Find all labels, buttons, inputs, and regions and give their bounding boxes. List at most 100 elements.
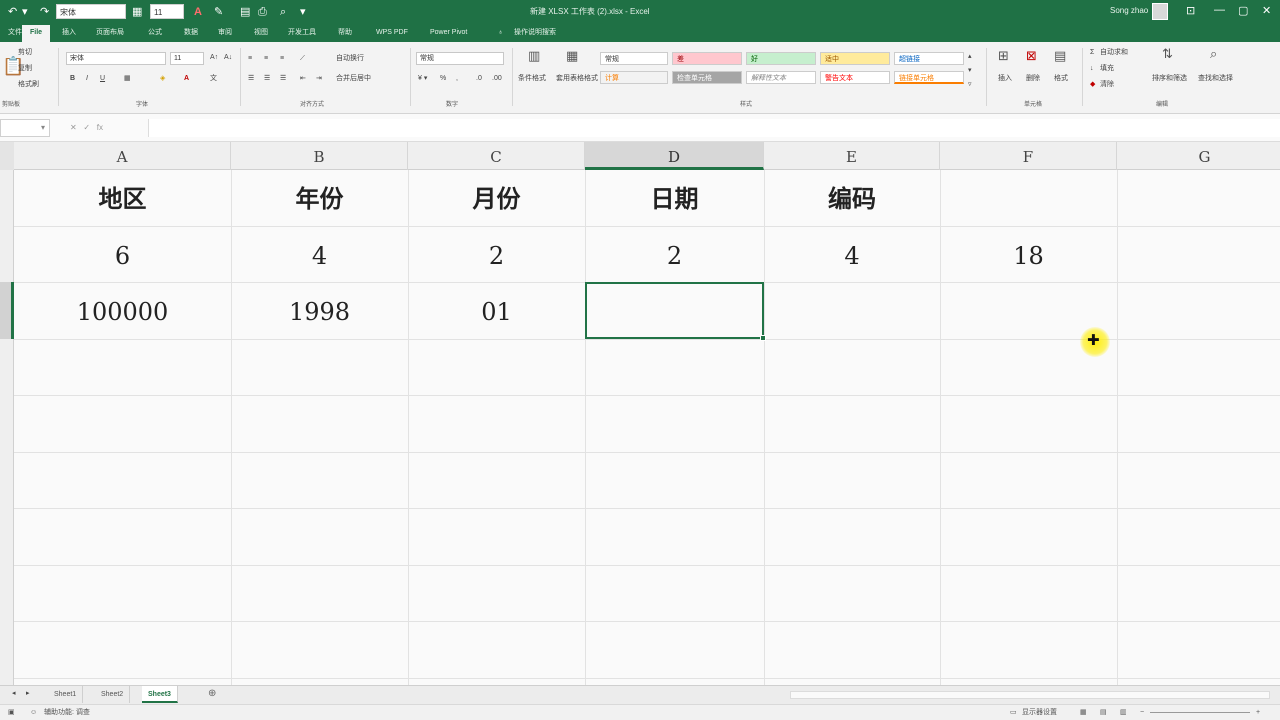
fill-button[interactable]: 填充 [1100, 64, 1114, 74]
next-sheet-icon[interactable]: ▸ [26, 689, 30, 699]
tab-home[interactable]: File [22, 25, 51, 42]
active-cell-d3[interactable] [585, 282, 764, 339]
cell-e1[interactable]: 编码 [764, 170, 940, 226]
bold-icon[interactable]: B [70, 74, 75, 84]
fill-handle[interactable] [760, 335, 766, 341]
align-middle-icon[interactable]: ≡ [264, 54, 268, 64]
style-normal[interactable]: 常规 [600, 52, 668, 65]
display-settings-icon[interactable]: ▭ [1010, 707, 1017, 718]
style-warning[interactable]: 警告文本 [820, 71, 890, 84]
copy-button[interactable]: 复制 [18, 64, 32, 74]
save-icon[interactable]: ▤ [240, 5, 250, 19]
style-neutral[interactable]: 适中 [820, 52, 890, 65]
style-explanatory[interactable]: 解释性文本 [746, 71, 816, 84]
sheet-tab-sheet3[interactable]: Sheet3 [142, 686, 178, 703]
column-header-e[interactable]: E [764, 142, 940, 170]
ribbon-display-icon[interactable]: ⊡ [1186, 4, 1195, 17]
user-name[interactable]: Song zhao [1110, 6, 1148, 15]
sort-filter-button[interactable]: 排序和筛选 [1152, 74, 1187, 84]
table-format-icon[interactable]: ▦ [566, 48, 578, 64]
cell-a1[interactable]: 地区 [14, 170, 231, 226]
insert-function-icon[interactable]: fx [97, 123, 103, 132]
add-sheet-icon[interactable]: ⊕ [208, 688, 216, 699]
row-header-strip[interactable] [0, 170, 14, 685]
tab-developer[interactable]: 开发工具 [288, 27, 316, 39]
column-header-d[interactable]: D [585, 142, 764, 170]
prev-sheet-icon[interactable]: ◂ [12, 689, 16, 699]
column-header-a[interactable]: A [14, 142, 231, 170]
tab-file[interactable]: 文件 [8, 27, 22, 39]
column-header-g[interactable]: G [1117, 142, 1280, 170]
tab-insert[interactable]: 插入 [62, 27, 76, 39]
fill-color-icon[interactable]: ◈ [160, 74, 165, 84]
conditional-format-icon[interactable]: ▥ [528, 48, 540, 64]
orientation-icon[interactable]: ⟋ [300, 54, 305, 64]
autosum-icon[interactable]: Σ [1090, 48, 1094, 58]
increase-decimal-icon[interactable]: .0 [476, 74, 482, 84]
avatar[interactable] [1152, 3, 1168, 20]
tab-view[interactable]: 视图 [254, 27, 268, 39]
formula-input[interactable] [148, 119, 1280, 137]
italic-icon[interactable]: I [86, 74, 88, 84]
cut-button[interactable]: 剪切 [18, 48, 32, 58]
accessibility-icon[interactable]: ☺ [30, 707, 37, 718]
cell-a3[interactable]: 100000 [14, 283, 231, 339]
styles-scroll-up-icon[interactable]: ▴ [968, 52, 972, 62]
cell-b2[interactable]: 4 [231, 227, 408, 283]
column-header-f[interactable]: F [940, 142, 1117, 170]
style-calculation[interactable]: 计算 [600, 71, 668, 84]
normal-view-icon[interactable]: ▦ [1080, 707, 1087, 718]
fill-icon[interactable]: ↓ [1090, 64, 1094, 74]
cell-b3[interactable]: 1998 [231, 283, 408, 339]
delete-cells-icon[interactable]: ⊠ [1026, 48, 1037, 64]
column-header-b[interactable]: B [231, 142, 408, 170]
cell-d1[interactable]: 日期 [585, 170, 764, 226]
tab-power-pivot[interactable]: Power Pivot [430, 27, 467, 39]
redo-icon[interactable]: ↷ [40, 5, 49, 19]
insert-cells-icon[interactable]: ⊞ [998, 48, 1009, 64]
format-cells-icon[interactable]: ▤ [1054, 48, 1066, 64]
maximize-icon[interactable]: ▢ [1238, 4, 1248, 17]
cell-e2[interactable]: 4 [764, 227, 940, 283]
align-left-icon[interactable]: ☰ [248, 74, 254, 84]
find-select-icon[interactable]: ⌕ [1210, 46, 1217, 62]
cell-b1[interactable]: 年份 [231, 170, 408, 226]
format-painter-button[interactable]: 格式刷 [18, 80, 39, 90]
tab-help[interactable]: 帮助 [338, 27, 352, 39]
sheet-tab-sheet1[interactable]: Sheet1 [48, 686, 84, 703]
column-header-c[interactable]: C [408, 142, 585, 170]
customize-quick-access-icon[interactable]: ▾ [300, 5, 306, 19]
table-format-button[interactable]: 套用表格格式 [556, 74, 598, 84]
page-layout-view-icon[interactable]: ▤ [1100, 707, 1107, 718]
undo-icon[interactable]: ↶ [8, 5, 17, 19]
phonetic-icon[interactable]: 文 [210, 74, 217, 84]
indent-icon[interactable]: ⇤ [300, 74, 306, 84]
border-icon[interactable]: ▦ [124, 74, 131, 84]
insert-cells-button[interactable]: 插入 [998, 74, 1012, 84]
tab-formulas[interactable]: 公式 [148, 27, 162, 39]
display-settings[interactable]: 显示器设置 [1022, 707, 1057, 718]
horizontal-scrollbar[interactable] [790, 691, 1270, 699]
styles-scroll-down-icon[interactable]: ▾ [968, 66, 972, 76]
style-hyperlink[interactable]: 超链接 [894, 52, 964, 65]
conditional-format-button[interactable]: 条件格式 [518, 74, 546, 84]
font-color-icon[interactable]: A [194, 5, 202, 19]
style-bad[interactable]: 差 [672, 52, 742, 65]
sheet-tab-sheet2[interactable]: Sheet2 [95, 686, 131, 703]
cancel-entry-icon[interactable]: ✕ [70, 123, 77, 132]
styles-more-icon[interactable]: ▿ [968, 80, 972, 90]
font-name-select[interactable]: 宋体 [66, 52, 166, 65]
sort-filter-icon[interactable]: ⇅ [1162, 46, 1173, 62]
number-format-select[interactable]: 常规 [416, 52, 504, 65]
font-name-quick-box[interactable]: 宋体 [56, 4, 126, 19]
cell-c3[interactable]: 01 [408, 283, 585, 339]
zoom-in-icon[interactable]: + [1256, 707, 1260, 718]
cell-c2[interactable]: 2 [408, 227, 585, 283]
percent-icon[interactable]: % [440, 74, 446, 84]
row-header-3-selected[interactable] [0, 282, 14, 339]
wrap-text-button[interactable]: 自动换行 [336, 54, 364, 64]
cell-d2[interactable]: 2 [585, 227, 764, 283]
clear-icon[interactable]: ◆ [1090, 80, 1095, 90]
increase-font-icon[interactable]: A↑ [210, 53, 218, 63]
zoom-out-icon[interactable]: − [1140, 707, 1144, 718]
